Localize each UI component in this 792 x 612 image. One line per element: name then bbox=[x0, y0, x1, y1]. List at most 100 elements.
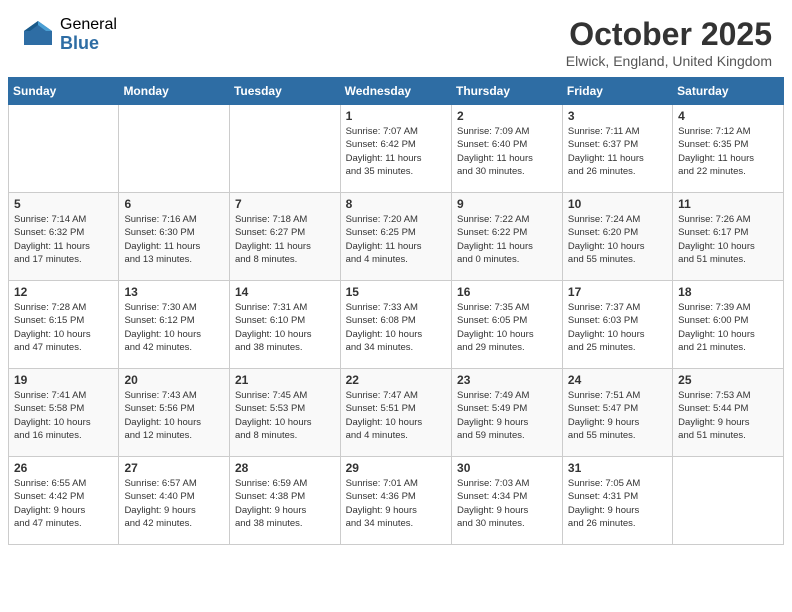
day-info: Sunrise: 7:41 AM Sunset: 5:58 PM Dayligh… bbox=[14, 389, 113, 442]
calendar-cell: 23 Sunrise: 7:49 AM Sunset: 5:49 PM Dayli… bbox=[452, 369, 563, 457]
day-number: 3 bbox=[568, 109, 667, 123]
calendar-cell: 28Sunrise: 6:59 AM Sunset: 4:38 PM Dayli… bbox=[229, 457, 340, 545]
day-info: Sunrise: 6:59 AM Sunset: 4:38 PM Dayligh… bbox=[235, 477, 335, 530]
calendar-cell: 21Sunrise: 7:45 AM Sunset: 5:53 PM Dayli… bbox=[229, 369, 340, 457]
calendar-cell: 5 Sunrise: 7:14 AM Sunset: 6:32 PM Daylig… bbox=[9, 193, 119, 281]
logo: General Blue bbox=[20, 16, 117, 53]
day-info: Sunrise: 7:43 AM Sunset: 5:56 PM Dayligh… bbox=[124, 389, 224, 442]
day-info: Sunrise: 7:18 AM Sunset: 6:27 PM Dayligh… bbox=[235, 213, 335, 266]
col-monday: Monday bbox=[119, 78, 230, 105]
day-info: Sunrise: 7:12 AM Sunset: 6:35 PM Dayligh… bbox=[678, 125, 778, 178]
day-info: Sunrise: 7:20 AM Sunset: 6:25 PM Dayligh… bbox=[346, 213, 446, 266]
calendar-header: Sunday Monday Tuesday Wednesday Thursday… bbox=[9, 78, 784, 105]
calendar-week-3: 19 Sunrise: 7:41 AM Sunset: 5:58 PM Dayli… bbox=[9, 369, 784, 457]
calendar-cell: 17 Sunrise: 7:37 AM Sunset: 6:03 PM Dayli… bbox=[562, 281, 672, 369]
day-number: 18 bbox=[678, 285, 778, 299]
calendar-cell bbox=[119, 105, 230, 193]
calendar-cell bbox=[673, 457, 784, 545]
day-number: 15 bbox=[346, 285, 446, 299]
calendar-cell: 13 Sunrise: 7:30 AM Sunset: 6:12 PM Dayli… bbox=[119, 281, 230, 369]
day-number: 1 bbox=[346, 109, 446, 123]
day-info: Sunrise: 7:05 AM Sunset: 4:31 PM Dayligh… bbox=[568, 477, 667, 530]
calendar-cell: 22 Sunrise: 7:47 AM Sunset: 5:51 PM Dayli… bbox=[340, 369, 451, 457]
day-number: 13 bbox=[124, 285, 224, 299]
col-wednesday: Wednesday bbox=[340, 78, 451, 105]
day-number: 11 bbox=[678, 197, 778, 211]
col-tuesday: Tuesday bbox=[229, 78, 340, 105]
col-saturday: Saturday bbox=[673, 78, 784, 105]
day-number: 10 bbox=[568, 197, 667, 211]
col-thursday: Thursday bbox=[452, 78, 563, 105]
day-number: 29 bbox=[346, 461, 446, 475]
day-info: Sunrise: 7:26 AM Sunset: 6:17 PM Dayligh… bbox=[678, 213, 778, 266]
calendar-cell: 11 Sunrise: 7:26 AM Sunset: 6:17 PM Dayli… bbox=[673, 193, 784, 281]
calendar-cell: 12 Sunrise: 7:28 AM Sunset: 6:15 PM Dayli… bbox=[9, 281, 119, 369]
month-title: October 2025 bbox=[566, 16, 772, 53]
calendar-cell: 27Sunrise: 6:57 AM Sunset: 4:40 PM Dayli… bbox=[119, 457, 230, 545]
day-info: Sunrise: 7:45 AM Sunset: 5:53 PM Dayligh… bbox=[235, 389, 335, 442]
day-number: 16 bbox=[457, 285, 557, 299]
title-block: October 2025 Elwick, England, United Kin… bbox=[566, 16, 772, 69]
day-number: 27 bbox=[124, 461, 224, 475]
day-info: Sunrise: 7:33 AM Sunset: 6:08 PM Dayligh… bbox=[346, 301, 446, 354]
day-info: Sunrise: 7:51 AM Sunset: 5:47 PM Dayligh… bbox=[568, 389, 667, 442]
day-number: 30 bbox=[457, 461, 557, 475]
day-number: 23 bbox=[457, 373, 557, 387]
calendar-cell: 4Sunrise: 7:12 AM Sunset: 6:35 PM Daylig… bbox=[673, 105, 784, 193]
calendar-cell: 15 Sunrise: 7:33 AM Sunset: 6:08 PM Dayli… bbox=[340, 281, 451, 369]
day-number: 31 bbox=[568, 461, 667, 475]
day-number: 2 bbox=[457, 109, 557, 123]
day-info: Sunrise: 7:37 AM Sunset: 6:03 PM Dayligh… bbox=[568, 301, 667, 354]
day-number: 20 bbox=[124, 373, 224, 387]
calendar-cell: 16Sunrise: 7:35 AM Sunset: 6:05 PM Dayli… bbox=[452, 281, 563, 369]
day-info: Sunrise: 7:07 AM Sunset: 6:42 PM Dayligh… bbox=[346, 125, 446, 178]
calendar-cell: 10 Sunrise: 7:24 AM Sunset: 6:20 PM Dayli… bbox=[562, 193, 672, 281]
day-number: 22 bbox=[346, 373, 446, 387]
calendar-week-0: 1 Sunrise: 7:07 AM Sunset: 6:42 PM Daylig… bbox=[9, 105, 784, 193]
day-number: 9 bbox=[457, 197, 557, 211]
logo-general: General bbox=[60, 16, 117, 34]
day-number: 17 bbox=[568, 285, 667, 299]
day-info: Sunrise: 7:01 AM Sunset: 4:36 PM Dayligh… bbox=[346, 477, 446, 530]
day-info: Sunrise: 7:16 AM Sunset: 6:30 PM Dayligh… bbox=[124, 213, 224, 266]
calendar-cell: 20 Sunrise: 7:43 AM Sunset: 5:56 PM Dayli… bbox=[119, 369, 230, 457]
day-info: Sunrise: 7:03 AM Sunset: 4:34 PM Dayligh… bbox=[457, 477, 557, 530]
day-number: 7 bbox=[235, 197, 335, 211]
calendar-cell: 18Sunrise: 7:39 AM Sunset: 6:00 PM Dayli… bbox=[673, 281, 784, 369]
day-number: 6 bbox=[124, 197, 224, 211]
calendar-cell bbox=[9, 105, 119, 193]
day-number: 26 bbox=[14, 461, 113, 475]
header-row: Sunday Monday Tuesday Wednesday Thursday… bbox=[9, 78, 784, 105]
day-info: Sunrise: 7:11 AM Sunset: 6:37 PM Dayligh… bbox=[568, 125, 667, 178]
day-info: Sunrise: 7:49 AM Sunset: 5:49 PM Dayligh… bbox=[457, 389, 557, 442]
day-number: 14 bbox=[235, 285, 335, 299]
calendar-cell: 7 Sunrise: 7:18 AM Sunset: 6:27 PM Daylig… bbox=[229, 193, 340, 281]
day-info: Sunrise: 7:14 AM Sunset: 6:32 PM Dayligh… bbox=[14, 213, 113, 266]
day-number: 24 bbox=[568, 373, 667, 387]
calendar-cell: 24 Sunrise: 7:51 AM Sunset: 5:47 PM Dayli… bbox=[562, 369, 672, 457]
calendar-cell: 8Sunrise: 7:20 AM Sunset: 6:25 PM Daylig… bbox=[340, 193, 451, 281]
calendar-cell: 6 Sunrise: 7:16 AM Sunset: 6:30 PM Daylig… bbox=[119, 193, 230, 281]
calendar-body: 1 Sunrise: 7:07 AM Sunset: 6:42 PM Daylig… bbox=[9, 105, 784, 545]
calendar-table: Sunday Monday Tuesday Wednesday Thursday… bbox=[8, 77, 784, 545]
day-number: 12 bbox=[14, 285, 113, 299]
calendar-wrapper: Sunday Monday Tuesday Wednesday Thursday… bbox=[0, 77, 792, 553]
calendar-cell: 30 Sunrise: 7:03 AM Sunset: 4:34 PM Dayli… bbox=[452, 457, 563, 545]
day-info: Sunrise: 7:28 AM Sunset: 6:15 PM Dayligh… bbox=[14, 301, 113, 354]
day-info: Sunrise: 7:24 AM Sunset: 6:20 PM Dayligh… bbox=[568, 213, 667, 266]
day-info: Sunrise: 7:53 AM Sunset: 5:44 PM Dayligh… bbox=[678, 389, 778, 442]
day-number: 25 bbox=[678, 373, 778, 387]
calendar-cell: 2Sunrise: 7:09 AM Sunset: 6:40 PM Daylig… bbox=[452, 105, 563, 193]
calendar-cell bbox=[229, 105, 340, 193]
calendar-week-2: 12 Sunrise: 7:28 AM Sunset: 6:15 PM Dayli… bbox=[9, 281, 784, 369]
location: Elwick, England, United Kingdom bbox=[566, 53, 772, 69]
calendar-cell: 29 Sunrise: 7:01 AM Sunset: 4:36 PM Dayli… bbox=[340, 457, 451, 545]
day-info: Sunrise: 7:30 AM Sunset: 6:12 PM Dayligh… bbox=[124, 301, 224, 354]
logo-blue: Blue bbox=[60, 34, 117, 54]
day-info: Sunrise: 7:47 AM Sunset: 5:51 PM Dayligh… bbox=[346, 389, 446, 442]
day-number: 5 bbox=[14, 197, 113, 211]
page-header: General Blue October 2025 Elwick, Englan… bbox=[0, 0, 792, 77]
day-number: 19 bbox=[14, 373, 113, 387]
calendar-cell: 1 Sunrise: 7:07 AM Sunset: 6:42 PM Daylig… bbox=[340, 105, 451, 193]
calendar-cell: 3 Sunrise: 7:11 AM Sunset: 6:37 PM Daylig… bbox=[562, 105, 672, 193]
